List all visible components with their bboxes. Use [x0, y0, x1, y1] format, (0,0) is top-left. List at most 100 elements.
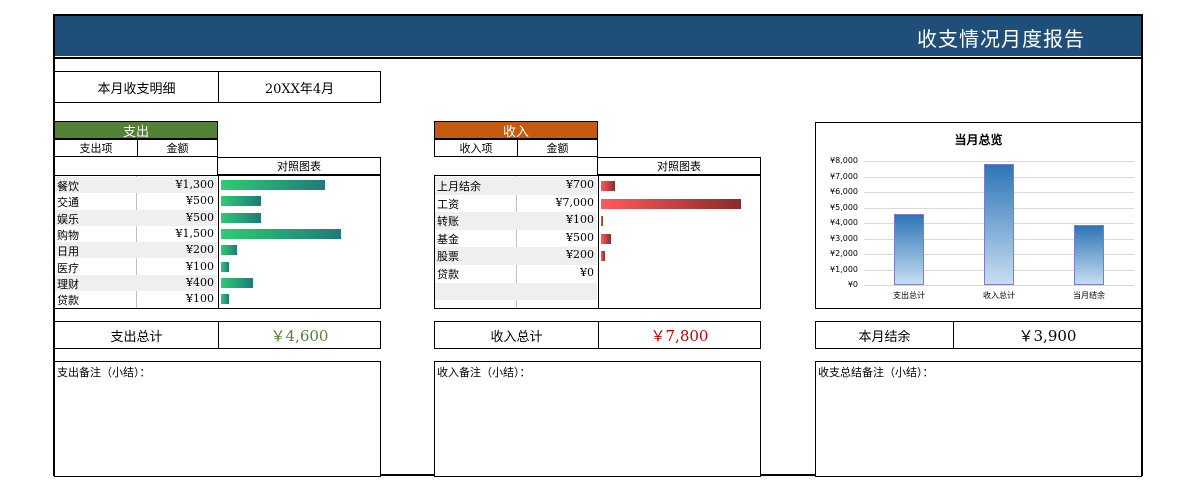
income-row: 股票 ¥200 [435, 247, 597, 265]
row-bar [221, 294, 229, 305]
chart-title: 当月总览 [954, 133, 1003, 147]
row-item-amount: ¥500 [186, 194, 214, 208]
expense-total-label: 支出总计 [110, 329, 163, 345]
income-total-label: 收入总计 [490, 329, 543, 345]
income-col-chart: 对照图表 [657, 160, 701, 173]
income-col-header: 收入项 金额 [434, 139, 598, 157]
income-row: 基金 ¥500 [435, 230, 597, 248]
chart-y-tick: ¥4,000 [830, 218, 858, 227]
row-item-amount: ¥500 [566, 230, 594, 244]
income-row: 贷款 ¥0 [435, 265, 597, 283]
row-item-name: 转账 [437, 215, 459, 229]
row-item-name: 贷款 [437, 268, 459, 281]
row-item-name: 工资 [437, 197, 459, 211]
expense-col-item: 支出项 [79, 142, 113, 155]
income-chart-header: 对照图表 [597, 157, 761, 175]
chart-x-tick: 收入总计 [983, 291, 1015, 300]
row-bar [221, 228, 341, 239]
chart-y-tick: ¥5,000 [830, 202, 858, 212]
row-bar [601, 198, 741, 209]
row-item-name: 医疗 [57, 261, 79, 275]
row-item-amount: ¥1,500 [175, 226, 215, 240]
row-item-name: 理财 [57, 277, 79, 291]
expense-col-header: 支出项 金额 [54, 139, 218, 157]
row-item-amount: ¥1,300 [175, 178, 215, 191]
row-item-name: 购物 [57, 228, 79, 242]
month-detail-value: 20XX年4月 [264, 81, 335, 97]
month-detail-box: 本月收支明细 20XX年4月 [54, 71, 381, 103]
row-item-amount: ¥0 [580, 266, 594, 279]
income-header: 收入 [434, 121, 598, 140]
chart-y-tick: ¥6,000 [830, 187, 858, 196]
chart-y-tick: ¥1,000 [830, 264, 858, 274]
balance-label: 本月结余 [858, 329, 911, 345]
report-title: 收支情况月度报告 [917, 27, 1085, 51]
row-item-amount: ¥100 [186, 292, 214, 306]
row-item-amount: ¥500 [186, 210, 214, 224]
row-bar [221, 196, 261, 207]
income-total-box: 收入总计 ￥7,800 [434, 321, 761, 349]
row-bar [601, 216, 603, 227]
row-item-name: 日用 [57, 245, 79, 259]
header-divider [55, 57, 1141, 59]
row-bar [601, 251, 605, 262]
income-col-amount: 金额 [546, 142, 569, 155]
expense-row: 餐饮 ¥1,300 [55, 177, 217, 194]
row-item-name: 股票 [437, 250, 459, 264]
expense-row: 理财 ¥400 [55, 274, 217, 292]
expense-row: 娱乐 ¥500 [55, 209, 217, 226]
income-table: 上月结余 ¥700 工资 ¥7,000 转账 ¥100 基金 ¥500 股票 ¥200 贷款 ¥0 [434, 175, 761, 309]
row-item-amount: ¥200 [566, 248, 594, 262]
row-bar [601, 233, 611, 244]
row-item-amount: ¥7,000 [555, 195, 595, 209]
expense-table: 餐饮 ¥1,300 交通 ¥500 娱乐 ¥500 购物 ¥1,500 日用 ¥200 医疗 ¥100… [54, 175, 381, 309]
expense-row: 日用 ¥200 [55, 242, 217, 259]
row-bar [221, 277, 253, 288]
expense-header: 支出 [54, 121, 218, 140]
row-bar [601, 181, 615, 191]
row-bar [221, 180, 325, 190]
row-item-name: 娱乐 [57, 212, 79, 226]
expense-row: 贷款 ¥100 [55, 291, 217, 307]
expense-col-amount: 金额 [166, 142, 189, 155]
expense-chart-header: 对照图表 [217, 157, 381, 175]
month-detail-label: 本月收支明细 [97, 81, 176, 97]
row-item-name: 贷款 [57, 294, 79, 308]
chart-bar [894, 213, 924, 285]
chart-y-tick: ¥8,000 [830, 156, 858, 165]
balance-value: ￥3,900 [1018, 326, 1077, 345]
chart-gridline [864, 161, 1134, 162]
expense-note-box[interactable]: 支出备注（小结）： [54, 361, 381, 477]
income-note-label: 收入备注（小结）： [437, 366, 531, 379]
row-bar [221, 261, 229, 272]
chart-bar [984, 164, 1014, 285]
expense-row: 购物 ¥1,500 [55, 226, 217, 242]
expense-total-box: 支出总计 ￥4,600 [54, 321, 381, 349]
row-item-name: 餐饮 [57, 180, 79, 193]
chart-y-tick: ¥7,000 [830, 171, 858, 181]
income-col-item: 收入项 [459, 142, 493, 155]
overview-chart: 当月总览 ¥0 ¥1,000 ¥2,000 ¥3,000 ¥4,000 ¥5,000 ¥6,… [815, 122, 1142, 309]
row-item-name: 上月结余 [437, 180, 481, 193]
report-header: 收支情况月度报告 [55, 16, 1141, 56]
row-item-amount: ¥200 [186, 243, 214, 257]
chart-x-tick: 支出总计 [893, 291, 925, 300]
income-row: 工资 ¥7,000 [435, 195, 597, 213]
expense-note-label: 支出备注（小结）： [57, 366, 151, 379]
row-item-name: 交通 [57, 196, 79, 210]
income-note-box[interactable]: 收入备注（小结）： [434, 361, 761, 477]
chart-gridline [864, 285, 1134, 286]
summary-note-box[interactable]: 收支总结备注（小结）： [815, 361, 1142, 477]
row-item-name: 基金 [437, 232, 459, 246]
chart-x-tick: 当月结余 [1073, 291, 1105, 300]
balance-box: 本月结余 ￥3,900 [815, 321, 1142, 349]
row-bar [221, 245, 237, 256]
row-bar [221, 212, 261, 223]
income-row: 上月结余 ¥700 [435, 177, 597, 195]
income-row: 转账 ¥100 [435, 212, 597, 230]
expense-row: 交通 ¥500 [55, 193, 217, 209]
row-item-amount: ¥100 [186, 259, 214, 273]
chart-bar [1074, 224, 1104, 285]
row-item-amount: ¥400 [186, 275, 214, 289]
expense-col-chart: 对照图表 [277, 160, 321, 173]
